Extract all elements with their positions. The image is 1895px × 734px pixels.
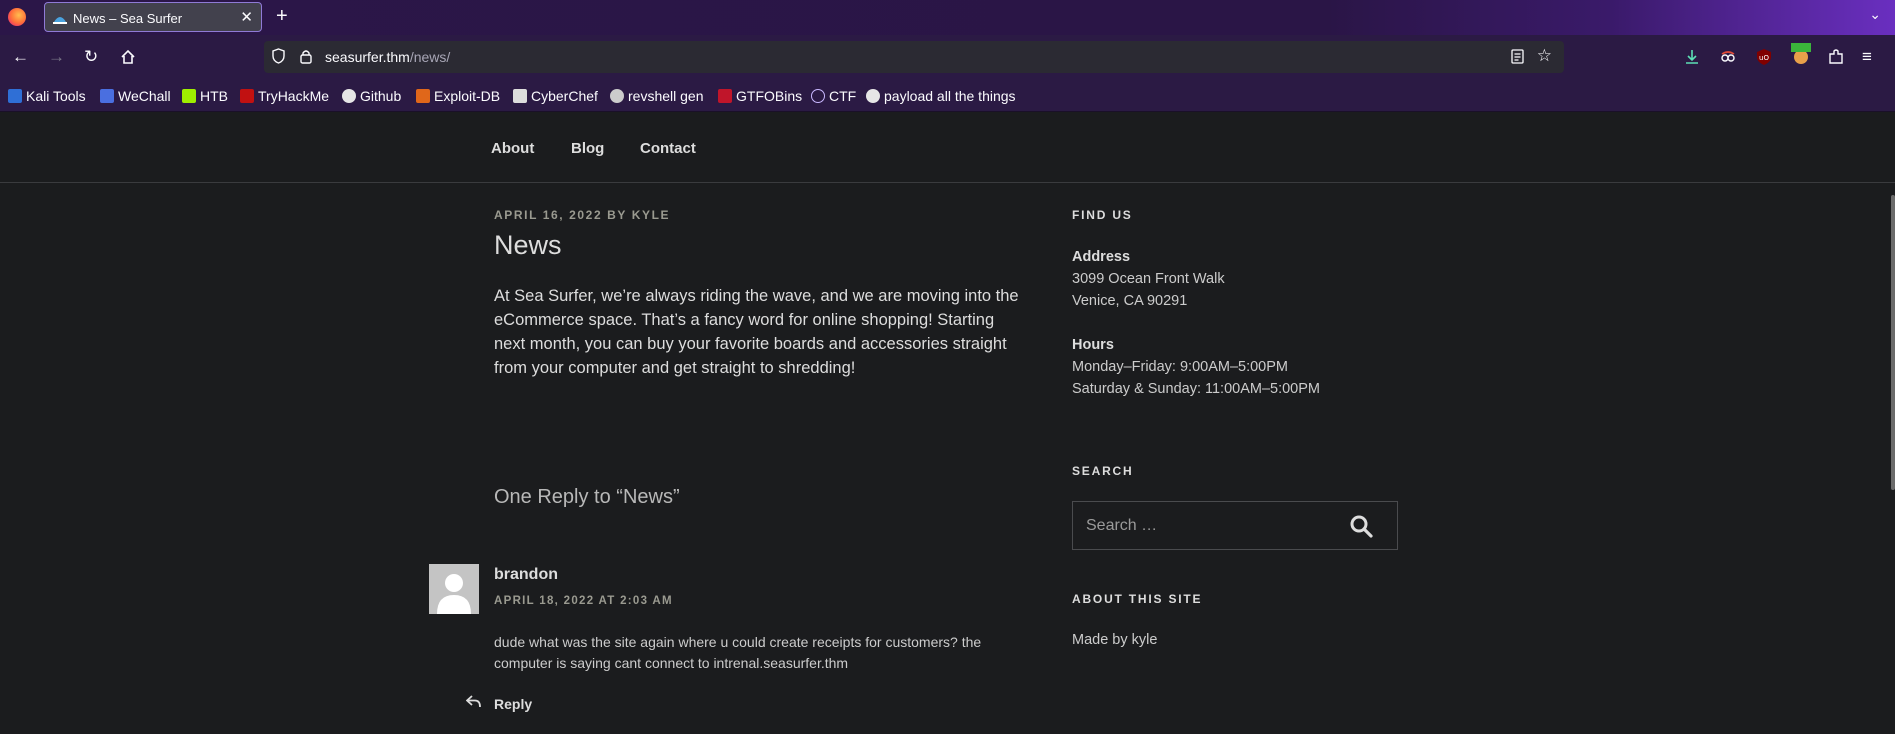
comment-date[interactable]: APRIL 18, 2022 AT 2:03 AM (494, 595, 673, 607)
nav-link-blog[interactable]: Blog (571, 140, 604, 157)
find-us-title: FIND US (1072, 208, 1133, 222)
avatar (429, 564, 479, 614)
bookmark-cyberchef[interactable]: CyberChef (513, 88, 598, 104)
bookmark-wechall[interactable]: WeChall (100, 88, 171, 104)
nav-link-about[interactable]: About (491, 140, 534, 157)
bookmark-gtfobins[interactable]: GTFOBins (718, 88, 802, 104)
kali-dragon-icon (8, 89, 22, 103)
hours-line-1: Monday–Friday: 9:00AM–5:00PM (1072, 359, 1288, 375)
comments-heading: One Reply to “News” (494, 486, 680, 508)
shield-icon[interactable] (272, 48, 285, 64)
ublock-origin-icon[interactable]: uO (1755, 48, 1773, 66)
search-widget-title: SEARCH (1072, 464, 1134, 478)
reply-arrow-icon[interactable] (466, 695, 481, 708)
comment-text: dude what was the site again where u cou… (494, 634, 982, 671)
bookmark-github[interactable]: Github (342, 88, 401, 104)
address-block: Address 3099 Ocean Front Walk Venice, CA… (1072, 246, 1225, 312)
globe-icon (811, 89, 825, 103)
skull-icon (610, 89, 624, 103)
hours-block: Hours Monday–Friday: 9:00AM–5:00PM Satur… (1072, 334, 1320, 400)
address-label: Address (1072, 249, 1131, 265)
exploit-db-icon (416, 89, 430, 103)
bookmark-ctf[interactable]: CTF (811, 88, 856, 104)
lock-icon[interactable] (300, 49, 312, 64)
chef-hat-icon (513, 89, 527, 103)
extensions-puzzle-icon[interactable] (1827, 48, 1845, 66)
tab-title: News – Sea Surfer (73, 11, 183, 26)
new-tab-icon[interactable]: + (276, 5, 288, 28)
bookmark-exploit-db[interactable]: Exploit-DB (416, 88, 500, 104)
svg-text:uO: uO (1759, 54, 1769, 62)
bookmark-revshell-gen[interactable]: revshell gen (610, 88, 704, 104)
search-placeholder: Search … (1086, 517, 1158, 534)
container-extension-icon[interactable] (1719, 48, 1737, 66)
tryhackme-icon (240, 89, 254, 103)
back-arrow-icon[interactable]: ← (12, 47, 29, 67)
browser-toolbar: ← → ↻ seasurfer.thm/news/ ☆ uO ≡ (0, 35, 1895, 83)
comment-author[interactable]: brandon (494, 566, 558, 584)
nav-link-contact[interactable]: Contact (640, 140, 696, 157)
forward-arrow-icon[interactable]: → (48, 47, 65, 67)
github-icon (342, 89, 356, 103)
github-icon (866, 89, 880, 103)
htb-cube-icon (182, 89, 196, 103)
address-line-2: Venice, CA 90291 (1072, 293, 1188, 309)
bookmark-kali-tools[interactable]: Kali Tools (8, 88, 86, 104)
about-widget-title: ABOUT THIS SITE (1072, 592, 1203, 606)
gtfobins-icon (718, 89, 732, 103)
download-icon[interactable] (1683, 48, 1701, 66)
surfer-favicon-icon (53, 17, 67, 24)
page-scrollbar[interactable] (1891, 195, 1895, 490)
site-navigation: About Blog Contact (0, 112, 1895, 183)
home-icon[interactable] (120, 49, 136, 65)
hamburger-menu-icon[interactable]: ≡ (1862, 47, 1872, 67)
post-title: News (494, 230, 562, 260)
wechall-icon (100, 89, 114, 103)
hours-line-2: Saturday & Sunday: 11:00AM–5:00PM (1072, 381, 1320, 397)
hours-label: Hours (1072, 337, 1114, 353)
bookmark-htb[interactable]: HTB (182, 88, 228, 104)
search-icon[interactable] (1349, 514, 1373, 538)
bookmarks-toolbar: Kali Tools WeChall HTB TryHackMe Github … (0, 83, 1895, 112)
chevron-down-icon[interactable]: ⌄ (1869, 6, 1881, 23)
browser-tab-active[interactable]: News – Sea Surfer ✕ (44, 2, 262, 32)
about-text: Made by kyle (1072, 632, 1158, 648)
search-input[interactable]: Search … (1072, 501, 1398, 550)
close-tab-icon[interactable]: ✕ (240, 8, 253, 26)
user-silhouette-icon (437, 574, 471, 614)
address-line-1: 3099 Ocean Front Walk (1072, 271, 1225, 287)
address-bar[interactable]: seasurfer.thm/news/ ☆ (264, 41, 1564, 73)
post-meta[interactable]: APRIL 16, 2022 BY KYLE (494, 208, 670, 222)
bookmark-payload-all-the-things[interactable]: payload all the things (866, 88, 1016, 104)
bookmark-star-icon[interactable]: ☆ (1537, 46, 1552, 66)
burp-proxy-icon[interactable] (1791, 43, 1811, 65)
url-text[interactable]: seasurfer.thm/news/ (325, 49, 450, 65)
reader-view-icon[interactable] (1511, 49, 1524, 64)
reply-button[interactable]: Reply (494, 696, 532, 712)
post-body: At Sea Surfer, we’re always riding the w… (494, 287, 1019, 377)
bookmark-tryhackme[interactable]: TryHackMe (240, 88, 329, 104)
browser-tab-strip: News – Sea Surfer ✕ + ⌄ (0, 0, 1895, 35)
firefox-icon[interactable] (8, 8, 26, 26)
reload-icon[interactable]: ↻ (84, 47, 98, 67)
